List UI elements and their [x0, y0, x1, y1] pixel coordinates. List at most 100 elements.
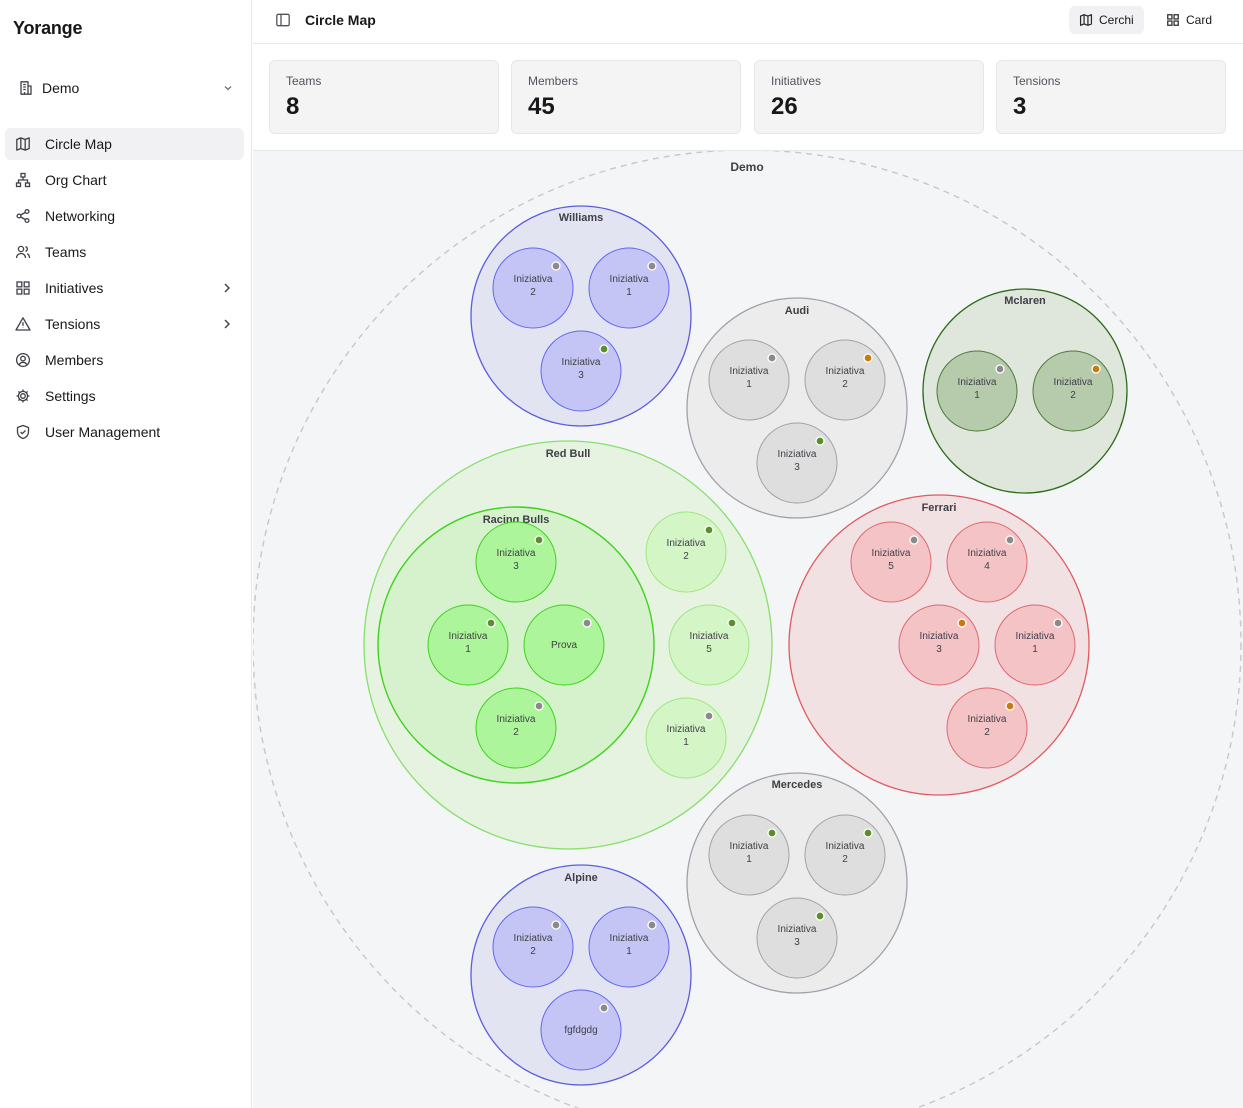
sidebar-item-settings[interactable]: Settings	[5, 380, 244, 412]
sidebar-item-initiatives[interactable]: Initiatives	[5, 272, 244, 304]
initiative-label-word: Iniziativa	[730, 841, 769, 852]
stat-label: Initiatives	[771, 74, 822, 88]
initiative-label-number: 1	[683, 737, 689, 748]
initiative-label-number: 1	[626, 946, 632, 957]
status-dot	[486, 618, 496, 628]
initiative-label-number: 3	[578, 370, 584, 381]
status-dot	[647, 261, 657, 271]
initiative-label-word: Iniziativa	[610, 274, 649, 285]
sidebar-item-org-chart[interactable]: Org Chart	[5, 164, 244, 196]
initiative-label-number: 1	[746, 379, 752, 390]
view-toggle-cerchi[interactable]: Cerchi	[1069, 6, 1144, 34]
initiative-label-number: 3	[794, 937, 800, 948]
status-dot	[863, 828, 873, 838]
sidebar-toggle-icon[interactable]	[275, 12, 293, 30]
status-dot	[704, 525, 714, 535]
initiative-label-number: 2	[513, 727, 519, 738]
sidebar-item-teams[interactable]: Teams	[5, 236, 244, 268]
sidebar-item-label: Org Chart	[45, 172, 107, 188]
circle-map-canvas[interactable]: Demo Williams Iniziativa 2 Iniziativa 1 Inizia…	[253, 151, 1243, 1108]
initiative-label-word: Iniziativa	[514, 274, 553, 285]
initiative-label-number: 5	[888, 561, 894, 572]
sidebar-item-label: Settings	[45, 388, 96, 404]
status-dot	[704, 711, 714, 721]
initiative-label-number: 3	[794, 462, 800, 473]
gear-icon	[15, 388, 31, 404]
status-dot	[1005, 701, 1015, 711]
org-chart-icon	[15, 172, 31, 188]
initiative-label-word: Iniziativa	[958, 377, 997, 388]
initiative-label-word: Iniziativa	[826, 841, 865, 852]
initiative-label: fgfdgdg	[564, 1025, 597, 1036]
circle-map-svg: Demo Williams Iniziativa 2 Iniziativa 1 Inizia…	[253, 151, 1242, 1108]
brand-logo: Yorange	[13, 18, 83, 38]
sidebar-item-tensions[interactable]: Tensions	[5, 308, 244, 340]
status-dot	[599, 1003, 609, 1013]
initiative-label-word: Iniziativa	[920, 631, 959, 642]
initiative-label-word: Iniziativa	[826, 366, 865, 377]
initiative-label-word: Iniziativa	[730, 366, 769, 377]
grid-icon	[1166, 13, 1180, 27]
status-dot	[995, 364, 1005, 374]
status-dot	[647, 920, 657, 930]
chevron-down-icon	[222, 82, 234, 94]
team-label: Alpine	[564, 872, 598, 884]
initiative-label-word: Iniziativa	[667, 538, 706, 549]
sidebar-item-circle-map[interactable]: Circle Map	[5, 128, 244, 160]
sidebar-item-label: Tensions	[45, 316, 101, 332]
initiative-label-number: 1	[746, 854, 752, 865]
initiative-label-number: 2	[530, 946, 536, 957]
initiative-label-word: Iniziativa	[667, 724, 706, 735]
team-label: Red Bull	[546, 448, 591, 460]
page-title: Circle Map	[305, 12, 376, 28]
status-dot	[1005, 535, 1015, 545]
team-label: Mclaren	[1004, 295, 1046, 307]
sidebar-item-members[interactable]: Members	[5, 344, 244, 376]
initiative-label-number: 2	[530, 287, 536, 298]
chevron-right-icon	[220, 281, 234, 295]
stat-value: 45	[528, 93, 555, 120]
initiative-label-number: 2	[984, 727, 990, 738]
initiative-label-word: Iniziativa	[778, 924, 817, 935]
initiative-label-number: 3	[936, 644, 942, 655]
sidebar-item-label: Members	[45, 352, 104, 368]
share-icon	[15, 208, 31, 224]
map-icon	[1079, 13, 1093, 27]
sidebar-item-networking[interactable]: Networking	[5, 200, 244, 232]
initiative-label-word: Iniziativa	[562, 357, 601, 368]
user-circle-icon	[15, 352, 31, 368]
top-header: Circle Map Cerchi Card	[253, 0, 1243, 44]
initiative-label: Prova	[551, 640, 578, 651]
sidebar-item-label: Circle Map	[45, 136, 112, 152]
initiative-label-number: 2	[842, 854, 848, 865]
stat-value: 3	[1013, 93, 1027, 120]
map-icon	[15, 136, 31, 152]
root-circle-label: Demo	[730, 160, 763, 174]
initiative-label-number: 1	[974, 390, 980, 401]
users-icon	[15, 244, 31, 260]
stat-card-initiatives: Initiatives 26	[754, 60, 984, 134]
stat-card-tensions: Tensions 3	[996, 60, 1226, 134]
status-dot	[599, 344, 609, 354]
grid-icon	[15, 280, 31, 296]
status-dot	[815, 911, 825, 921]
org-switcher[interactable]: Demo	[8, 72, 244, 104]
stat-card-teams: Teams 8	[269, 60, 499, 134]
view-toggle-card[interactable]: Card	[1156, 6, 1222, 34]
initiative-label-number: 1	[465, 644, 471, 655]
stats-bar: Teams 8 Members 45 Initiatives 26 Tensio…	[253, 44, 1243, 151]
team-label: Ferrari	[922, 502, 957, 514]
chevron-right-icon	[220, 317, 234, 331]
sidebar-nav: Circle Map Org Chart Networking Teams In…	[5, 128, 244, 452]
initiative-label-number: 4	[984, 561, 990, 572]
status-dot	[815, 436, 825, 446]
initiative-label-number: 1	[1032, 644, 1038, 655]
status-dot	[534, 701, 544, 711]
initiative-label-word: Iniziativa	[449, 631, 488, 642]
initiative-label-number: 5	[706, 644, 712, 655]
sidebar-item-user-management[interactable]: User Management	[5, 416, 244, 448]
status-dot	[1053, 618, 1063, 628]
view-toggle-label: Cerchi	[1099, 13, 1134, 27]
warning-icon	[15, 316, 31, 332]
status-dot	[551, 920, 561, 930]
